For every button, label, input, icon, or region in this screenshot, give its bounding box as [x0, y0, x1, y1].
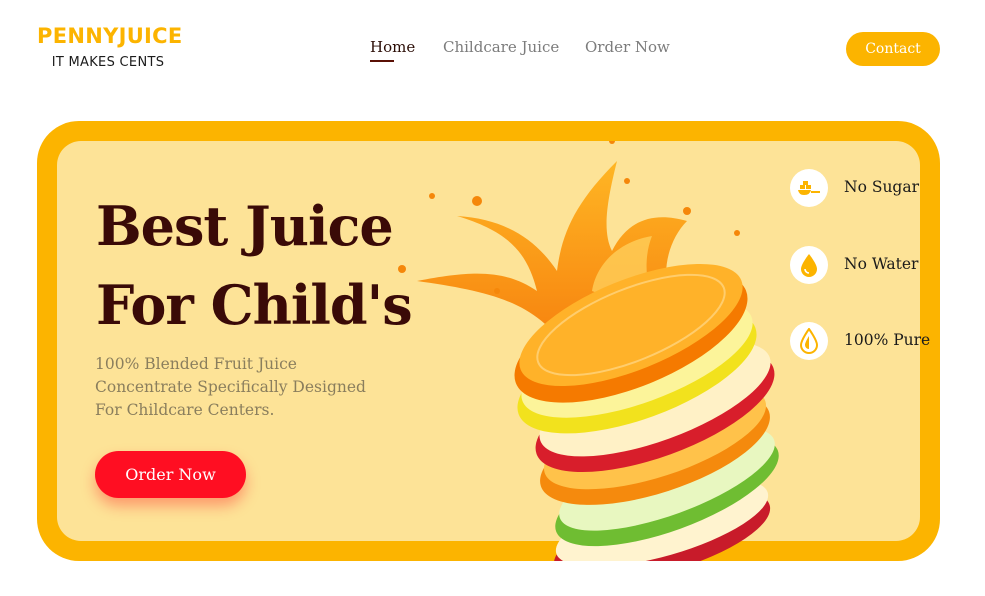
water-drop-icon — [790, 246, 828, 284]
feature-no-sugar: No Sugar — [790, 169, 950, 209]
feature-label-pure: 100% Pure — [844, 331, 931, 349]
nav-item-home[interactable]: Home — [370, 38, 415, 56]
brand-tagline: IT MAKES CENTS — [51, 55, 165, 70]
feature-label-no-water: No Water — [844, 255, 919, 273]
feature-label-no-sugar: No Sugar — [844, 178, 919, 196]
hero-title-line-2: For Child's — [96, 273, 413, 337]
hero-title-line-1: Best Juice — [96, 194, 394, 258]
hero-description: 100% Blended Fruit Juice Concentrate Spe… — [95, 355, 366, 419]
active-nav-underline — [370, 60, 394, 62]
sugar-spoon-icon — [790, 169, 828, 207]
pure-drop-icon — [790, 322, 828, 360]
hero-title: Best Juice For Child's — [96, 187, 413, 345]
fruit-juice-image — [398, 141, 779, 561]
nav-item-childcare-juice[interactable]: Childcare Juice — [443, 38, 559, 56]
nav-item-order-now[interactable]: Order Now — [585, 38, 670, 56]
logo[interactable]: PENNYJUICE IT MAKES CENTS — [37, 24, 183, 70]
hero-banner: Best Juice For Child's 100% Blended Frui… — [37, 121, 940, 561]
order-now-button[interactable]: Order Now — [95, 451, 246, 498]
hero-panel: Best Juice For Child's 100% Blended Frui… — [57, 141, 930, 561]
contact-button[interactable]: Contact — [846, 32, 940, 66]
brand-name: PENNYJUICE — [37, 24, 183, 48]
feature-pure: 100% Pure — [790, 322, 950, 362]
feature-no-water: No Water — [790, 246, 950, 286]
